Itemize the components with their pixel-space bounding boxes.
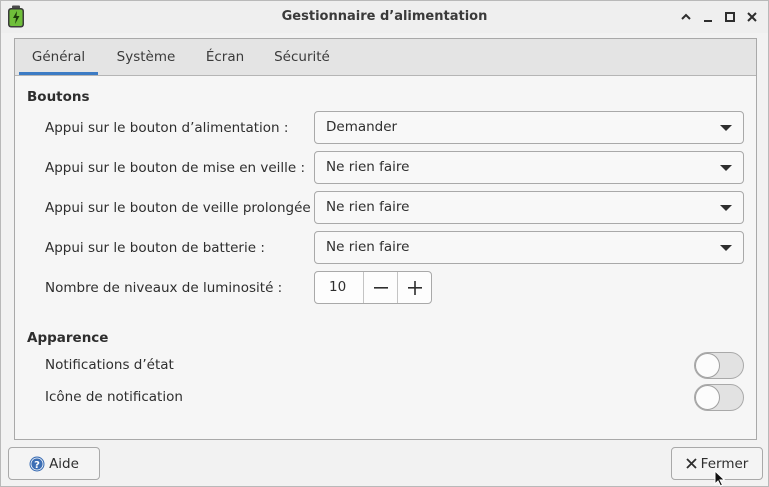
tab-systeme[interactable]: Système — [110, 39, 182, 75]
minimize-button[interactable] — [699, 8, 717, 26]
status-notifications-label: Notifications d’état — [45, 357, 174, 373]
help-icon: ? — [29, 456, 45, 471]
combo-value: Ne rien faire — [326, 199, 410, 215]
combo-value: Ne rien faire — [326, 159, 410, 175]
tab-ecran[interactable]: Écran — [198, 39, 252, 75]
dropdown-arrow-icon — [720, 245, 732, 251]
sleep-button-label: Appui sur le bouton de mise en veille : — [45, 160, 306, 176]
close-window-button[interactable] — [743, 8, 761, 26]
help-button-label: Aide — [49, 455, 79, 472]
brightness-levels-label: Nombre de niveaux de luminosité : — [45, 280, 283, 296]
tab-bar: Général Système Écran Sécurité — [15, 39, 756, 76]
dropdown-arrow-icon — [720, 165, 732, 171]
power-button-label: Appui sur le bouton d’alimentation : — [45, 120, 289, 136]
chevron-up-icon — [681, 13, 691, 20]
shade-button[interactable] — [677, 8, 695, 26]
sleep-button-combo[interactable]: Ne rien faire — [314, 151, 744, 184]
power-manager-window: Gestionnaire d’alimentation Général Syst — [0, 0, 769, 487]
maximize-button[interactable] — [721, 8, 739, 26]
hibernate-button-label: Appui sur le bouton de veille prolongée … — [45, 200, 320, 216]
battery-button-combo[interactable]: Ne rien faire — [314, 231, 744, 264]
title-bar[interactable]: Gestionnaire d’alimentation — [1, 1, 768, 33]
window-title: Gestionnaire d’alimentation — [281, 9, 488, 24]
tab-securite[interactable]: Sécurité — [267, 39, 337, 75]
notification-icon-switch[interactable] — [694, 384, 744, 411]
close-icon — [747, 12, 757, 22]
power-button-combo[interactable]: Demander — [314, 111, 744, 144]
battery-button-label: Appui sur le bouton de batterie : — [45, 240, 265, 256]
switch-knob — [695, 385, 720, 410]
maximize-icon — [725, 12, 735, 22]
minus-icon — [373, 286, 388, 289]
plus-icon — [407, 280, 422, 295]
section-title-appearance: Apparence — [27, 330, 109, 346]
combo-value: Ne rien faire — [326, 239, 410, 255]
increment-button[interactable] — [397, 272, 431, 303]
settings-notebook: Général Système Écran Sécurité Boutons A… — [14, 38, 757, 440]
svg-text:?: ? — [34, 460, 40, 471]
minimize-icon — [704, 20, 712, 22]
switch-knob — [695, 353, 720, 378]
dropdown-arrow-icon — [720, 205, 732, 211]
tab-general[interactable]: Général — [19, 39, 98, 75]
help-button[interactable]: ? Aide — [8, 447, 100, 480]
mouse-cursor-icon — [714, 470, 726, 487]
section-title-buttons: Boutons — [27, 89, 90, 105]
decrement-button[interactable] — [363, 272, 397, 303]
notification-icon-label: Icône de notification — [45, 389, 183, 405]
hibernate-button-combo[interactable]: Ne rien faire — [314, 191, 744, 224]
status-notifications-switch[interactable] — [694, 352, 744, 379]
dropdown-arrow-icon — [720, 125, 732, 131]
combo-value: Demander — [326, 119, 398, 135]
spin-value-input[interactable]: 10 — [329, 279, 346, 295]
brightness-levels-spinbutton: 10 — [314, 271, 432, 304]
close-icon — [686, 458, 697, 469]
